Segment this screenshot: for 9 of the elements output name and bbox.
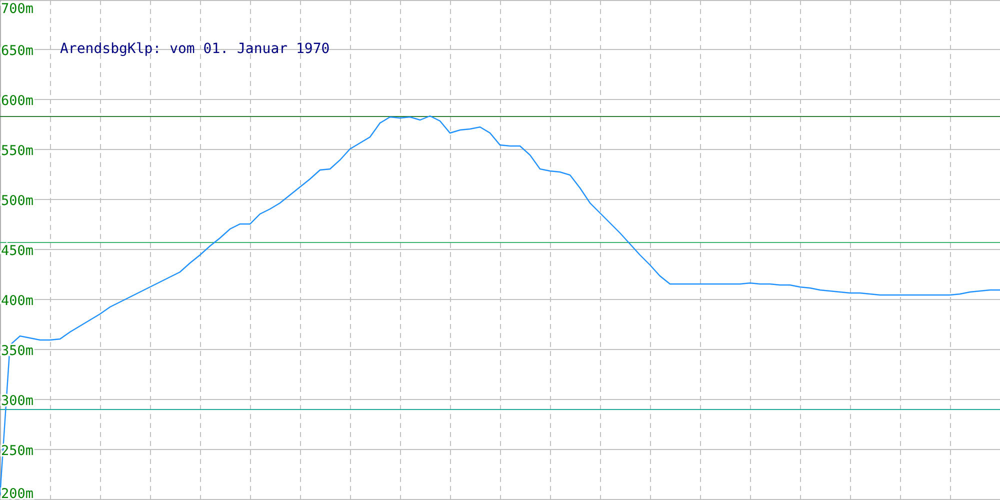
- y-axis-label: 500m: [1, 193, 34, 209]
- y-axis-label: 200m: [1, 486, 34, 500]
- y-axis-label: 550m: [1, 143, 34, 159]
- y-axis-label: 400m: [1, 293, 34, 309]
- chart-title: ArendsbgKlp: vom 01. Januar 1970: [60, 41, 330, 57]
- y-axis-label: 700m: [1, 1, 34, 17]
- y-axis-label: 650m: [1, 43, 34, 59]
- y-axis-label: 600m: [1, 93, 34, 109]
- y-axis-label: 450m: [1, 243, 34, 259]
